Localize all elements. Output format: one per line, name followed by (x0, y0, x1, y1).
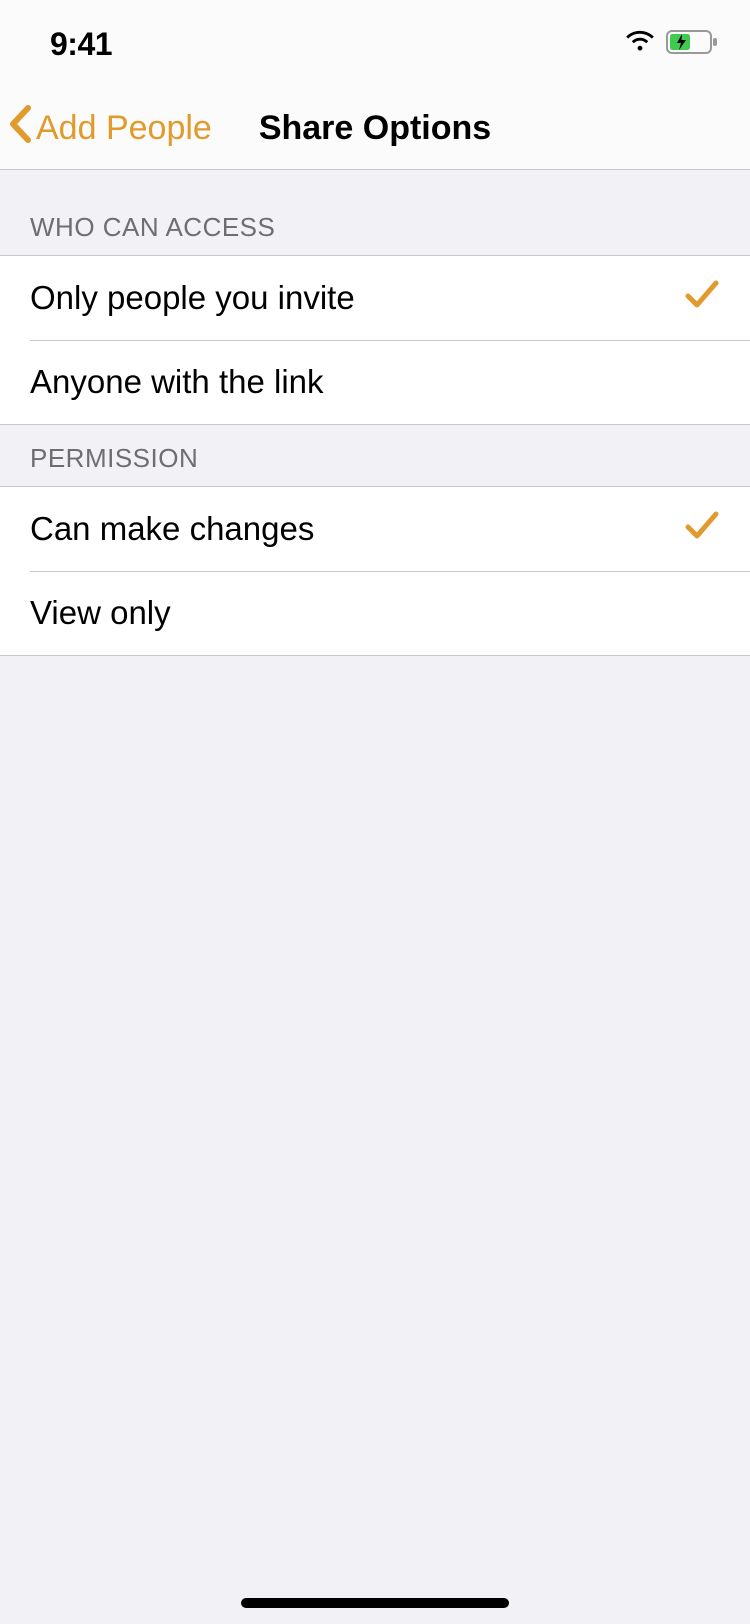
option-view-only[interactable]: View only (0, 571, 750, 655)
status-bar: 9:41 (0, 0, 750, 88)
section-header-permission: Permission (0, 425, 750, 486)
option-label: Only people you invite (30, 279, 355, 317)
wifi-icon (624, 30, 656, 59)
option-label: Anyone with the link (30, 363, 324, 401)
option-label: View only (30, 594, 171, 632)
option-label: Can make changes (30, 510, 314, 548)
option-only-invited[interactable]: Only people you invite (0, 256, 750, 340)
navigation-bar: Add People Share Options (0, 88, 750, 170)
home-indicator[interactable] (241, 1598, 509, 1608)
status-time: 9:41 (50, 26, 112, 63)
back-label: Add People (36, 109, 212, 148)
option-can-make-changes[interactable]: Can make changes (0, 487, 750, 571)
status-indicators (624, 29, 720, 60)
chevron-left-icon (8, 105, 32, 152)
back-button[interactable]: Add People (8, 105, 212, 152)
page-title: Share Options (259, 109, 491, 148)
checkmark-icon (684, 276, 720, 320)
section-header-access: Who Can Access (0, 170, 750, 255)
battery-icon (666, 29, 720, 60)
access-option-group: Only people you invite Anyone with the l… (0, 255, 750, 425)
checkmark-icon (684, 507, 720, 551)
permission-option-group: Can make changes View only (0, 486, 750, 656)
option-anyone-link[interactable]: Anyone with the link (0, 340, 750, 424)
